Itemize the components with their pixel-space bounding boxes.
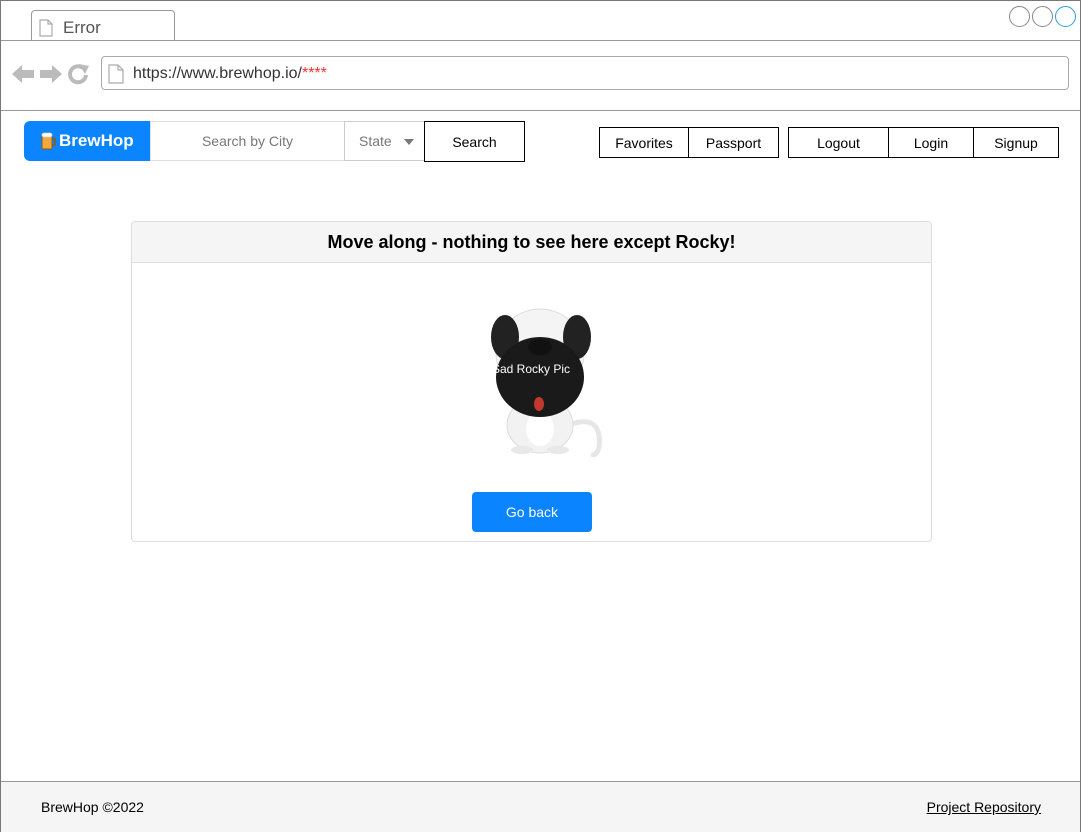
- state-select-value: State: [359, 133, 392, 149]
- page-icon: [108, 64, 124, 84]
- reload-icon[interactable]: [67, 63, 91, 85]
- passport-button[interactable]: Passport: [688, 127, 779, 158]
- browser-nav: [11, 63, 91, 85]
- chevron-down-icon: [404, 139, 414, 145]
- logout-button[interactable]: Logout: [788, 127, 889, 158]
- login-button[interactable]: Login: [888, 127, 974, 158]
- back-arrow-icon[interactable]: [11, 63, 35, 85]
- error-card-title: Move along - nothing to see here except …: [132, 222, 931, 263]
- chrome-divider: [1, 110, 1080, 111]
- brand-logo[interactable]: BrewHop: [24, 121, 150, 161]
- signup-button[interactable]: Signup: [973, 127, 1059, 158]
- favorites-button[interactable]: Favorites: [599, 127, 689, 158]
- image-alt-text: Sad Rocky Pic: [132, 362, 952, 376]
- window-close-button[interactable]: [1055, 6, 1076, 27]
- brand-name: BrewHop: [59, 131, 134, 150]
- window-controls: [1009, 6, 1076, 27]
- footer: BrewHop ©2022 Project Repository: [1, 781, 1080, 832]
- tab-title: Error: [63, 18, 101, 37]
- url-base: https://www.brewhop.io/: [133, 65, 302, 82]
- project-repository-link[interactable]: Project Repository: [927, 799, 1041, 815]
- search-button[interactable]: Search: [424, 121, 525, 162]
- window-minimize-button[interactable]: [1009, 6, 1030, 27]
- page-icon: [39, 19, 53, 37]
- image-caption: Sad Rocky Pic: [491, 362, 571, 376]
- city-search-input[interactable]: Search by City: [150, 121, 345, 161]
- tab-divider: [1, 40, 1080, 41]
- sad-rocky-image: [491, 308, 602, 457]
- url-masked: ****: [301, 65, 327, 82]
- city-search-placeholder: Search by City: [201, 133, 294, 149]
- beer-mug-icon: [41, 132, 56, 150]
- browser-window: Error https://www.brewhop.io/**** BrewHo…: [0, 0, 1081, 832]
- go-back-button[interactable]: Go back: [472, 492, 592, 532]
- forward-arrow-icon[interactable]: [39, 63, 63, 85]
- state-select[interactable]: State: [344, 121, 425, 161]
- error-card: Move along - nothing to see here except …: [131, 221, 932, 542]
- browser-tab[interactable]: Error: [31, 10, 175, 41]
- address-bar[interactable]: https://www.brewhop.io/****: [101, 56, 1069, 90]
- footer-copyright: BrewHop ©2022: [41, 799, 144, 815]
- url-text: https://www.brewhop.io/****: [133, 65, 327, 83]
- window-maximize-button[interactable]: [1032, 6, 1053, 27]
